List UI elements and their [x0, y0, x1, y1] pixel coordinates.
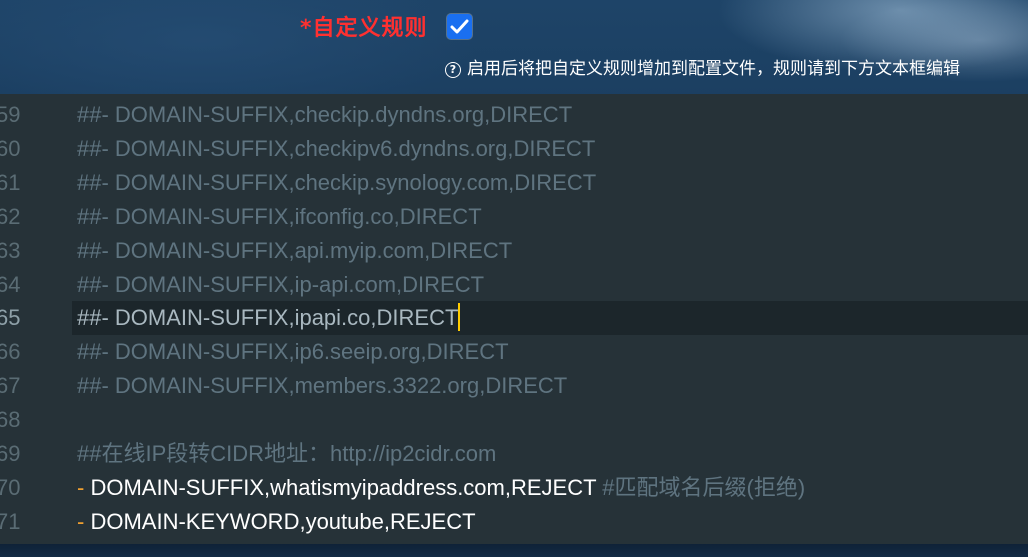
editor-line: 61 ##- DOMAIN-SUFFIX,checkip.synology.co…: [0, 166, 1028, 200]
line-number: 67: [0, 373, 21, 398]
line-number: 69: [0, 441, 21, 466]
line-number: 65: [0, 305, 21, 330]
inline-comment[interactable]: #匹配域名后缀(拒绝): [602, 475, 805, 500]
help-text: ? 启用后将把自定义规则增加到配置文件，规则请到下方文本框编辑: [445, 54, 960, 79]
question-circle-icon: ?: [445, 62, 461, 78]
editor-line: 64 ##- DOMAIN-SUFFIX,ip-api.com,DIRECT: [0, 268, 1028, 302]
line-number: 61: [0, 170, 21, 195]
editor-line: 67 ##- DOMAIN-SUFFIX,members.3322.org,DI…: [0, 369, 1028, 403]
custom-rules-label: *自定义规则: [300, 16, 428, 41]
editor-line: 62 ##- DOMAIN-SUFFIX,ifconfig.co,DIRECT: [0, 200, 1028, 234]
checkmark-icon: [450, 19, 469, 34]
code-text[interactable]: DOMAIN-SUFFIX,whatismyipaddress.com,REJE…: [90, 475, 596, 500]
code-text[interactable]: ##在线IP段转CIDR地址：http://ip2cidr.com: [77, 441, 496, 466]
line-number: 59: [0, 102, 21, 127]
custom-rules-checkbox[interactable]: [447, 14, 472, 39]
text-cursor: [458, 303, 461, 331]
code-text[interactable]: ##- DOMAIN-SUFFIX,checkip.dyndns.org,DIR…: [77, 102, 572, 127]
code-text[interactable]: ##- DOMAIN-SUFFIX,api.myip.com,DIRECT: [77, 238, 512, 263]
code-text[interactable]: ##- DOMAIN-SUFFIX,members.3322.org,DIREC…: [77, 373, 567, 398]
editor-line: 70 - DOMAIN-SUFFIX,whatismyipaddress.com…: [0, 471, 1028, 505]
line-number: 60: [0, 136, 21, 161]
editor-line: 68: [0, 403, 1028, 437]
editor-line: 63 ##- DOMAIN-SUFFIX,api.myip.com,DIRECT: [0, 234, 1028, 268]
code-text[interactable]: ##- DOMAIN-SUFFIX,checkipv6.dyndns.org,D…: [77, 136, 595, 161]
list-dash: -: [77, 475, 85, 500]
code-text[interactable]: ##- DOMAIN-SUFFIX,checkip.synology.com,D…: [77, 170, 596, 195]
line-number: 68: [0, 407, 21, 432]
rules-code-editor[interactable]: 59 ##- DOMAIN-SUFFIX,checkip.dyndns.org,…: [0, 94, 1028, 544]
line-number: 71: [0, 509, 21, 534]
code-text[interactable]: DOMAIN-KEYWORD,youtube,REJECT: [90, 509, 475, 534]
bottom-edge: [0, 544, 1028, 557]
editor-line: 66 ##- DOMAIN-SUFFIX,ip6.seeip.org,DIREC…: [0, 335, 1028, 369]
code-text[interactable]: ##- DOMAIN-SUFFIX,ip6.seeip.org,DIRECT: [77, 339, 509, 364]
editor-line: 71 - DOMAIN-KEYWORD,youtube,REJECT: [0, 505, 1028, 539]
line-number: 70: [0, 475, 21, 500]
line-number: 64: [0, 272, 21, 297]
list-dash: -: [77, 509, 85, 534]
editor-line: 60 ##- DOMAIN-SUFFIX,checkipv6.dyndns.or…: [0, 132, 1028, 166]
help-text-label: 启用后将把自定义规则增加到配置文件，规则请到下方文本框编辑: [467, 59, 960, 79]
line-number: 63: [0, 238, 21, 263]
editor-line-active: 65 ##- DOMAIN-SUFFIX,ipapi.co,DIRECT: [0, 301, 1028, 335]
line-number: 66: [0, 339, 21, 364]
editor-line: 59 ##- DOMAIN-SUFFIX,checkip.dyndns.org,…: [0, 98, 1028, 132]
code-text[interactable]: ##- DOMAIN-SUFFIX,ip-api.com,DIRECT: [77, 272, 484, 297]
code-text[interactable]: ##- DOMAIN-SUFFIX,ifconfig.co,DIRECT: [77, 204, 482, 229]
editor-line: 69 ##在线IP段转CIDR地址：http://ip2cidr.com: [0, 437, 1028, 471]
code-text[interactable]: ##- DOMAIN-SUFFIX,ipapi.co,DIRECT: [77, 305, 458, 330]
line-number: 62: [0, 204, 21, 229]
settings-header: *自定义规则 ? 启用后将把自定义规则增加到配置文件，规则请到下方文本框编辑: [0, 0, 1028, 94]
